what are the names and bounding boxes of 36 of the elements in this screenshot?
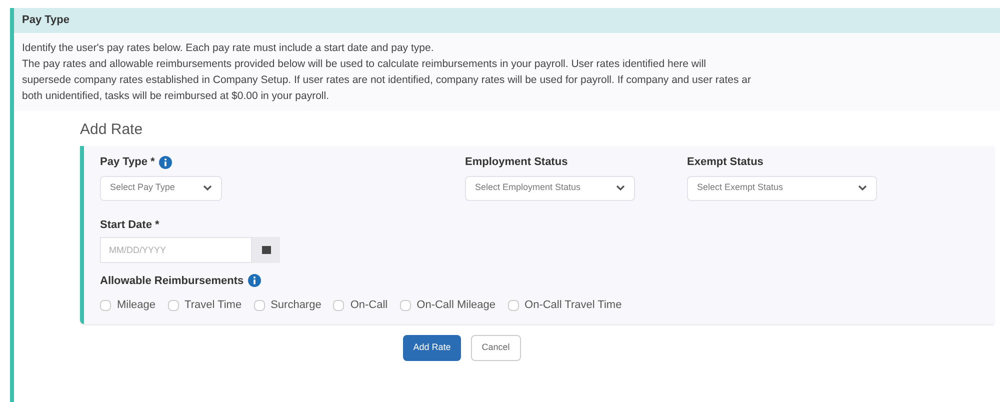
- checkbox-label: Surcharge: [270, 298, 322, 313]
- description-text: supersede company rates established in Company Setup. If user rates are not identified, company rates will be used for payroll. If company and user rates ar: [22, 73, 752, 88]
- cancel-button[interactable]: Cancel: [470, 334, 521, 360]
- checkbox[interactable]: [100, 300, 111, 311]
- checkbox-label: On-Call Mileage: [416, 298, 496, 313]
- field-label: Exempt Status: [687, 155, 764, 170]
- field-label: Pay Type *: [100, 155, 155, 170]
- field-label: Employment Status: [465, 155, 568, 170]
- checkbox[interactable]: [508, 300, 519, 311]
- info-icon: [158, 156, 172, 169]
- checkbox-label: On-Call: [350, 298, 388, 313]
- chevron-down-icon: [858, 185, 867, 191]
- checkbox[interactable]: [254, 300, 265, 311]
- calendar-button[interactable]: [252, 236, 280, 262]
- checkbox[interactable]: [400, 300, 411, 311]
- checkbox-label: Mileage: [117, 298, 156, 313]
- checkbox[interactable]: [333, 300, 344, 311]
- add-rate-button[interactable]: Add Rate: [403, 334, 461, 360]
- field-label: Allowable Reimbursements: [100, 274, 244, 288]
- chevron-down-icon: [616, 185, 625, 191]
- add-rate-title: Add Rate: [80, 120, 143, 140]
- select-field[interactable]: Select Pay Type: [100, 176, 222, 200]
- date-field[interactable]: MM/DD/YYYY: [100, 236, 252, 262]
- chevron-down-icon: [203, 185, 212, 191]
- description-text: both unidentified, tasks will be reimbursed at $0.00 in your payroll.: [22, 89, 330, 104]
- info-icon: [248, 274, 261, 288]
- checkbox[interactable]: [168, 300, 179, 311]
- select-field[interactable]: Select Exempt Status: [687, 176, 877, 200]
- description-text: The pay rates and allowable reimbursements provided below will be used to calculate reimbursements in your payroll. User rates identified here will: [22, 57, 707, 72]
- field-label: Start Date *: [100, 218, 160, 230]
- description-text: Identify the user's pay rates below. Each pay rate must include a start date and pay type.: [22, 41, 435, 56]
- checkbox-label: Travel Time: [184, 298, 242, 313]
- section-title: Pay Type: [22, 13, 70, 28]
- calendar-icon: [262, 245, 270, 254]
- checkbox-label: On-Call Travel Time: [524, 298, 622, 313]
- select-field[interactable]: Select Employment Status: [465, 176, 635, 200]
